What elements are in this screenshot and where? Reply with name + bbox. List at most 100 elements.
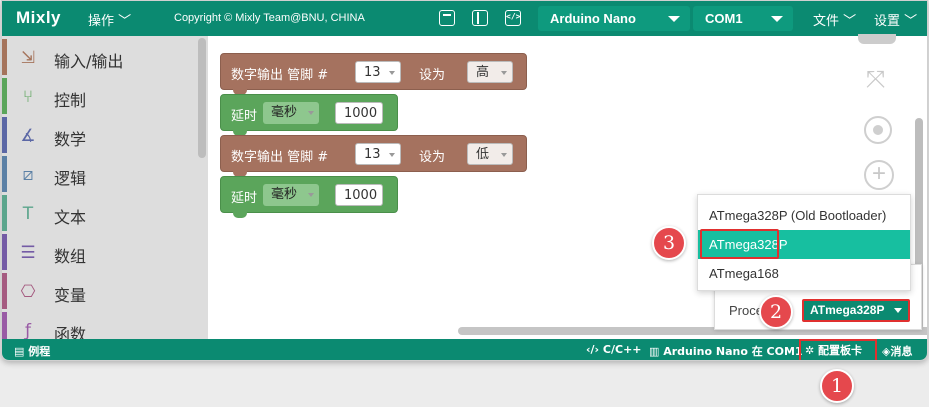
sidebar-scrollbar[interactable] [198, 38, 206, 158]
menu-file-label: 文件 [813, 14, 840, 29]
board-panel-icon[interactable] [439, 10, 455, 26]
array-icon: ☰ [20, 243, 36, 263]
delay-value: 1000 [344, 106, 378, 121]
language-label: C/C++ [602, 343, 642, 356]
category-label: 变量 [54, 286, 87, 305]
messages-button[interactable]: ◈消息 [882, 343, 912, 359]
dropdown-arrow-icon [389, 153, 395, 157]
block-digital-write[interactable]: 数字输出 管脚 # 13 设为 高 [220, 53, 527, 95]
block-set-label: 设为 [419, 150, 446, 165]
dropdown-arrow-icon [389, 71, 395, 75]
app-logo: Mixly [16, 8, 62, 27]
block-label: 延时 [231, 109, 258, 124]
processor-option[interactable]: ATmega168 [698, 259, 910, 288]
workspace-trash-tab[interactable] [858, 34, 896, 44]
pin-field[interactable]: 13 [355, 61, 401, 83]
unit-field[interactable]: 毫秒 [263, 184, 319, 206]
control-icon: ⑂ [22, 87, 34, 107]
chip-icon: ▥ [649, 345, 664, 358]
unit-value: 毫秒 [271, 105, 298, 120]
category-stripe [2, 195, 7, 231]
category-stripe [2, 234, 7, 270]
category-io[interactable]: ⇲ 输入/输出 [2, 39, 198, 78]
block-delay[interactable]: 延时 毫秒 1000 [220, 176, 398, 218]
fullscreen-icon[interactable]: ⤧ [866, 66, 885, 94]
processor-select[interactable]: ATmega328P [802, 299, 910, 322]
category-label: 数学 [54, 130, 87, 149]
recenter-icon[interactable] [864, 116, 892, 144]
toolbox-sidebar: ⇲ 输入/输出 ⑂ 控制 ∡ 数学 ⧄ 逻辑 T 文本 ☰ 数组 ⎔ 变量 ƒ … [2, 36, 208, 348]
dropdown-arrow-icon [308, 111, 314, 115]
category-stripe [2, 156, 7, 192]
config-board-label: 配置板卡 [818, 344, 863, 357]
math-icon: ∡ [20, 126, 36, 146]
delay-value-field[interactable]: 1000 [335, 102, 383, 124]
chevron-down-icon: ﹀ [114, 14, 132, 29]
category-array[interactable]: ☰ 数组 [2, 234, 198, 273]
code-view-icon[interactable]: </> [505, 10, 521, 26]
step-marker: 3 [652, 226, 686, 260]
menu-operate[interactable]: 操作 ﹀ [88, 10, 131, 29]
variable-icon: ⎔ [20, 282, 36, 302]
zoom-in-icon[interactable]: + [864, 160, 894, 190]
step-marker: 1 [820, 369, 854, 403]
category-logic[interactable]: ⧄ 逻辑 [2, 156, 198, 195]
examples-button[interactable]: ▤ 例程 [14, 343, 50, 359]
board-port-label: Arduino Nano 在 COM1 [663, 345, 803, 358]
unit-field[interactable]: 毫秒 [263, 102, 319, 124]
category-label: 逻辑 [54, 169, 87, 188]
port-select[interactable]: COM1 [693, 6, 793, 31]
split-view-icon[interactable] [472, 10, 488, 26]
messages-label: 消息 [890, 345, 913, 358]
block-label: 数字输出 管脚 # [231, 68, 329, 83]
board-select[interactable]: Arduino Nano [538, 6, 690, 31]
category-label: 文本 [54, 208, 87, 227]
processor-option[interactable]: ATmega328P (Old Bootloader) [698, 201, 910, 230]
block-set-label: 设为 [419, 68, 446, 83]
examples-icon: ▤ [14, 345, 29, 358]
code-icon: ‹/› [586, 343, 603, 356]
category-stripe [2, 273, 7, 309]
block-label: 数字输出 管脚 # [231, 150, 329, 165]
pin-field[interactable]: 13 [355, 143, 401, 165]
dropdown-arrow-icon [501, 71, 507, 75]
port-select-value: COM1 [705, 11, 743, 26]
step-marker: 2 [759, 295, 793, 329]
category-control[interactable]: ⑂ 控制 [2, 78, 198, 117]
category-stripe [2, 39, 7, 75]
board-port-indicator: ▥ Arduino Nano 在 COM1 [649, 343, 803, 359]
block-label: 延时 [231, 191, 258, 206]
pin-value: 13 [364, 147, 381, 162]
value-field[interactable]: 高 [467, 61, 513, 83]
delay-value-field[interactable]: 1000 [335, 184, 383, 206]
block-digital-write[interactable]: 数字输出 管脚 # 13 设为 低 [220, 135, 527, 177]
gear-icon: ✲ [805, 344, 819, 357]
config-board-button[interactable]: ✲ 配置板卡 [799, 339, 877, 360]
block-delay[interactable]: 延时 毫秒 1000 [220, 94, 398, 136]
category-stripe [2, 78, 7, 114]
examples-label: 例程 [28, 345, 51, 358]
level-value: 低 [476, 147, 490, 162]
category-variable[interactable]: ⎔ 变量 [2, 273, 198, 312]
pin-value: 13 [364, 65, 381, 80]
menu-settings-label: 设置 [874, 14, 901, 29]
block-notch [233, 212, 247, 218]
category-text[interactable]: T 文本 [2, 195, 198, 234]
value-field[interactable]: 低 [467, 143, 513, 165]
top-bar: Mixly 操作 ﹀ Copyright © Mixly Team@BNU, C… [2, 1, 927, 36]
menu-settings[interactable]: 设置 ﹀ [874, 10, 917, 29]
category-math[interactable]: ∡ 数学 [2, 117, 198, 156]
selected-option-highlight [700, 229, 779, 259]
dropdown-arrow-icon [308, 193, 314, 197]
text-icon: T [22, 204, 34, 224]
category-label: 控制 [54, 91, 87, 110]
menu-file[interactable]: 文件 ﹀ [813, 10, 856, 29]
level-value: 高 [476, 65, 490, 80]
processor-label: Proce [729, 303, 763, 318]
dropdown-arrow-icon [501, 153, 507, 157]
menu-operate-label: 操作 [88, 14, 115, 29]
status-bar: ▤ 例程 ‹/› C/C++ ▥ Arduino Nano 在 COM1 ✲ 配… [2, 339, 927, 360]
caret-down-icon [894, 308, 902, 313]
processor-select-value: ATmega328P [810, 303, 885, 317]
category-label: 输入/输出 [54, 52, 124, 71]
